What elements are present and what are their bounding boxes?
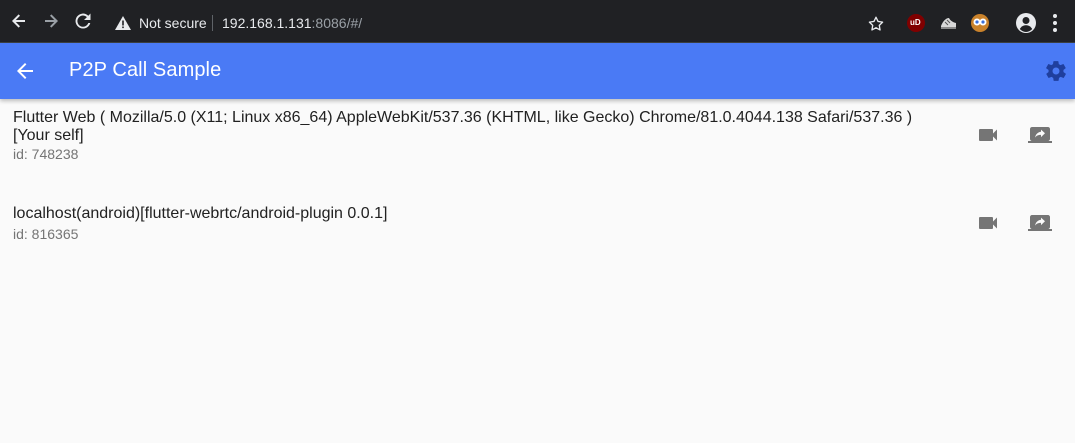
owl-extension-icon[interactable] xyxy=(971,14,989,32)
omnibox-divider xyxy=(212,15,213,31)
forward-arrow-icon[interactable] xyxy=(41,11,61,31)
peer-title: Flutter Web ( Mozilla/5.0 (X11; Linux x8… xyxy=(13,109,913,144)
list-item[interactable]: Flutter Web ( Mozilla/5.0 (X11; Linux x8… xyxy=(0,99,1075,179)
warning-icon xyxy=(115,16,131,33)
url-host: 192.168.1.131 xyxy=(222,15,312,31)
peer-title: localhost(android)[flutter-webrtc/androi… xyxy=(13,205,388,222)
videocam-icon[interactable] xyxy=(976,211,1000,235)
address-bar[interactable]: Not secure 192.168.1.131:8086/#/ xyxy=(107,9,897,37)
videocam-icon[interactable] xyxy=(976,123,1000,147)
peer-id: id: 748238 xyxy=(13,146,79,162)
list-item[interactable]: localhost(android)[flutter-webrtc/androi… xyxy=(0,195,1075,255)
ublock-extension-icon[interactable] xyxy=(907,14,925,32)
security-label[interactable]: Not secure xyxy=(139,15,207,31)
shoe-extension-icon[interactable] xyxy=(939,14,957,32)
profile-avatar-icon[interactable] xyxy=(1016,13,1036,38)
bookmark-star-icon[interactable] xyxy=(867,15,885,36)
reload-icon[interactable] xyxy=(73,11,93,31)
url-text[interactable]: 192.168.1.131:8086/#/ xyxy=(222,15,362,31)
peer-id: id: 816365 xyxy=(13,226,79,242)
more-vert-icon[interactable] xyxy=(1052,13,1058,38)
settings-gear-icon[interactable] xyxy=(1044,59,1068,88)
browser-toolbar: Not secure 192.168.1.131:8086/#/ xyxy=(0,0,1075,43)
app-bar: P2P Call Sample xyxy=(0,43,1075,99)
screen-share-icon[interactable] xyxy=(1028,123,1052,147)
page-title: P2P Call Sample xyxy=(69,59,222,81)
back-arrow-icon[interactable] xyxy=(13,59,37,88)
back-arrow-icon[interactable] xyxy=(9,11,29,31)
url-path: :8086/#/ xyxy=(311,15,363,31)
screen-share-icon[interactable] xyxy=(1028,211,1052,235)
